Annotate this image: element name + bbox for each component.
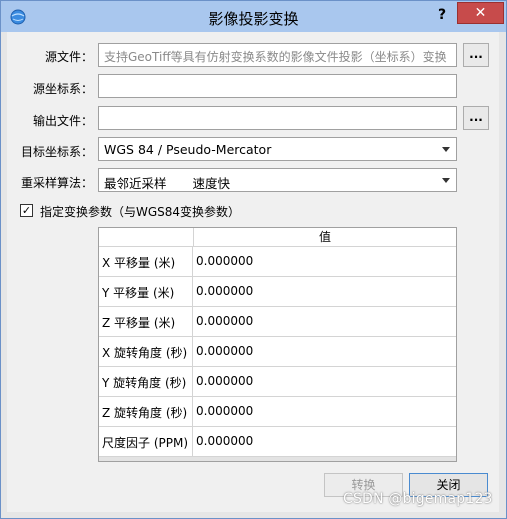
resample-label: 重采样算法： bbox=[20, 176, 93, 190]
table-row[interactable]: 尺度因子 (PPM) 0.000000 bbox=[99, 427, 456, 457]
chevron-down-icon bbox=[442, 147, 450, 152]
row-value[interactable]: 0.000000 bbox=[196, 284, 253, 298]
window-close-button[interactable]: ✕ bbox=[457, 2, 504, 24]
watermark-text: CSDN @bigemap123 bbox=[343, 491, 493, 507]
table-row[interactable]: X 旋转角度 (秒) 0.000000 bbox=[99, 337, 456, 367]
source-file-browse-button[interactable]: ... bbox=[463, 43, 489, 67]
transform-params-checkbox[interactable]: ✓ bbox=[20, 204, 33, 217]
table-row[interactable]: Y 旋转角度 (秒) 0.000000 bbox=[99, 367, 456, 397]
table-header-value: 值 bbox=[193, 228, 456, 247]
row-value[interactable]: 0.000000 bbox=[196, 434, 253, 448]
row-header: Y 平移量 (米) bbox=[99, 277, 193, 306]
row-header: Z 旋转角度 (秒) bbox=[99, 397, 193, 426]
output-file-browse-button[interactable]: ... bbox=[463, 106, 489, 130]
target-crs-select[interactable]: WGS 84 / Pseudo-Mercator bbox=[98, 137, 457, 161]
params-table[interactable]: 值 X 平移量 (米) 0.000000 Y 平移量 (米) 0.000000 … bbox=[98, 227, 457, 462]
resample-note: 速度快 bbox=[192, 176, 231, 191]
row-header: Y 旋转角度 (秒) bbox=[99, 367, 193, 396]
table-row[interactable]: Z 旋转角度 (秒) 0.000000 bbox=[99, 397, 456, 427]
table-row[interactable]: Z 平移量 (米) 0.000000 bbox=[99, 307, 456, 337]
row-value[interactable]: 0.000000 bbox=[196, 254, 253, 268]
resample-selected: 最邻近采样 bbox=[104, 176, 167, 191]
table-scroll-area[interactable] bbox=[99, 457, 456, 461]
table-row[interactable]: Y 平移量 (米) 0.000000 bbox=[99, 277, 456, 307]
row-header: 尺度因子 (PPM) bbox=[99, 427, 193, 456]
source-file-label: 源文件： bbox=[44, 50, 93, 64]
source-crs-label: 源坐标系： bbox=[32, 82, 93, 96]
help-button[interactable]: ? bbox=[432, 5, 452, 25]
row-value[interactable]: 0.000000 bbox=[196, 404, 253, 418]
row-header: Z 平移量 (米) bbox=[99, 307, 193, 336]
output-file-label: 输出文件： bbox=[32, 114, 93, 128]
source-crs-input[interactable] bbox=[98, 74, 457, 98]
table-corner bbox=[99, 228, 193, 247]
row-value[interactable]: 0.000000 bbox=[196, 344, 253, 358]
row-value[interactable]: 0.000000 bbox=[196, 374, 253, 388]
row-header: X 旋转角度 (秒) bbox=[99, 337, 193, 366]
table-row[interactable]: X 平移量 (米) 0.000000 bbox=[99, 247, 456, 277]
resample-select[interactable]: 最邻近采样 速度快 bbox=[98, 168, 457, 192]
transform-params-label: 指定变换参数（与WGS84变换参数） bbox=[40, 205, 241, 219]
dialog-content: 源文件： 支持GeoTiff等具有仿射变换系数的影像文件投影（坐标系）变换 ..… bbox=[7, 32, 499, 512]
target-crs-selected: WGS 84 / Pseudo-Mercator bbox=[104, 142, 272, 157]
row-value[interactable]: 0.000000 bbox=[196, 314, 253, 328]
target-crs-label: 目标坐标系： bbox=[20, 145, 93, 159]
source-file-input[interactable]: 支持GeoTiff等具有仿射变换系数的影像文件投影（坐标系）变换 bbox=[98, 43, 457, 67]
dialog-window: 影像投影变换 ? ✕ 源文件： 支持GeoTiff等具有仿射变换系数的影像文件投… bbox=[0, 0, 507, 519]
window-title: 影像投影变换 bbox=[208, 10, 299, 28]
row-header: X 平移量 (米) bbox=[99, 247, 193, 276]
output-file-input[interactable] bbox=[98, 106, 457, 130]
title-bar[interactable]: 影像投影变换 ? ✕ bbox=[1, 1, 506, 32]
chevron-down-icon bbox=[442, 178, 450, 183]
